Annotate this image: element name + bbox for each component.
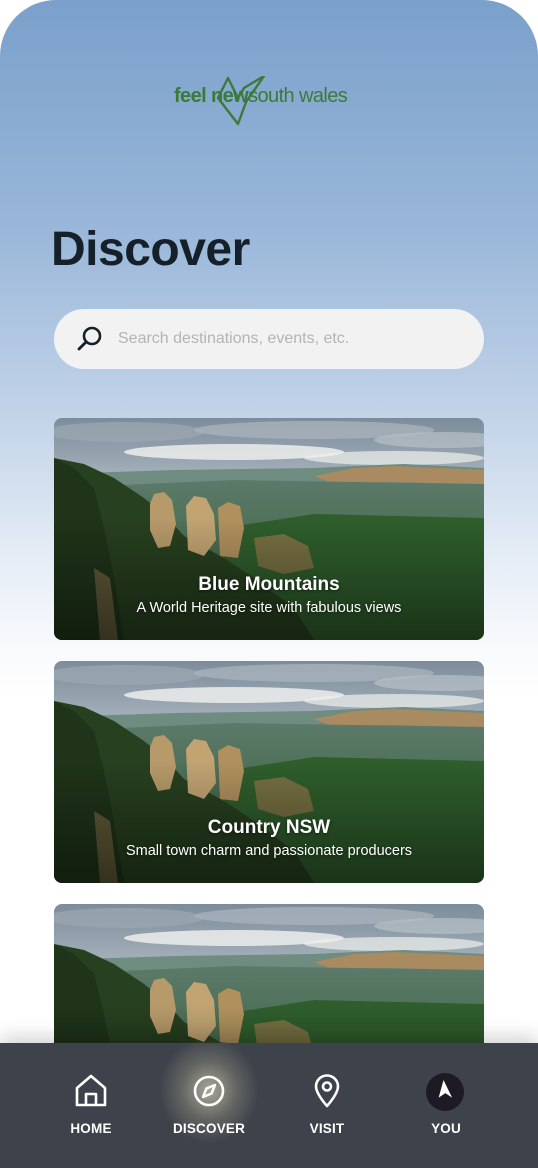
app-screen: feel newsouth wales Discover Blue Mounta…: [0, 0, 538, 1168]
navigation-arrow-icon: [426, 1073, 464, 1111]
search-bar[interactable]: [54, 309, 484, 369]
tab-label: DISCOVER: [172, 1121, 246, 1136]
location-pin-icon: [314, 1074, 340, 1108]
search-input[interactable]: [118, 330, 458, 348]
compass-icon: [193, 1075, 225, 1107]
card-subtitle: A World Heritage site with fabulous view…: [136, 600, 402, 616]
card-title: Country NSW: [207, 817, 331, 838]
search-icon: [77, 326, 102, 351]
destination-card-blue-mountains[interactable]: Blue Mountains A World Heritage site wit…: [54, 418, 484, 640]
tab-label: YOU: [431, 1121, 461, 1136]
destination-card-country-nsw[interactable]: Country NSW Small town charm and passion…: [54, 661, 484, 883]
brand-logo[interactable]: feel newsouth wales: [174, 76, 368, 128]
logo-wordmark: feel newsouth wales: [174, 85, 348, 107]
home-icon: [75, 1074, 107, 1107]
tab-discover[interactable]: DISCOVER: [149, 1037, 269, 1168]
card-title: Blue Mountains: [198, 574, 340, 595]
tab-label: HOME: [70, 1121, 112, 1136]
tab-you[interactable]: YOU: [386, 1043, 506, 1168]
tab-visit[interactable]: VISIT: [267, 1043, 387, 1168]
bottom-tab-bar: HOME DISCOVER VISIT YOU: [0, 1037, 538, 1168]
tab-home[interactable]: HOME: [31, 1043, 151, 1168]
card-subtitle: Small town charm and passionate producer…: [125, 843, 413, 859]
tab-label: VISIT: [309, 1121, 345, 1136]
page-title: Discover: [51, 223, 250, 276]
